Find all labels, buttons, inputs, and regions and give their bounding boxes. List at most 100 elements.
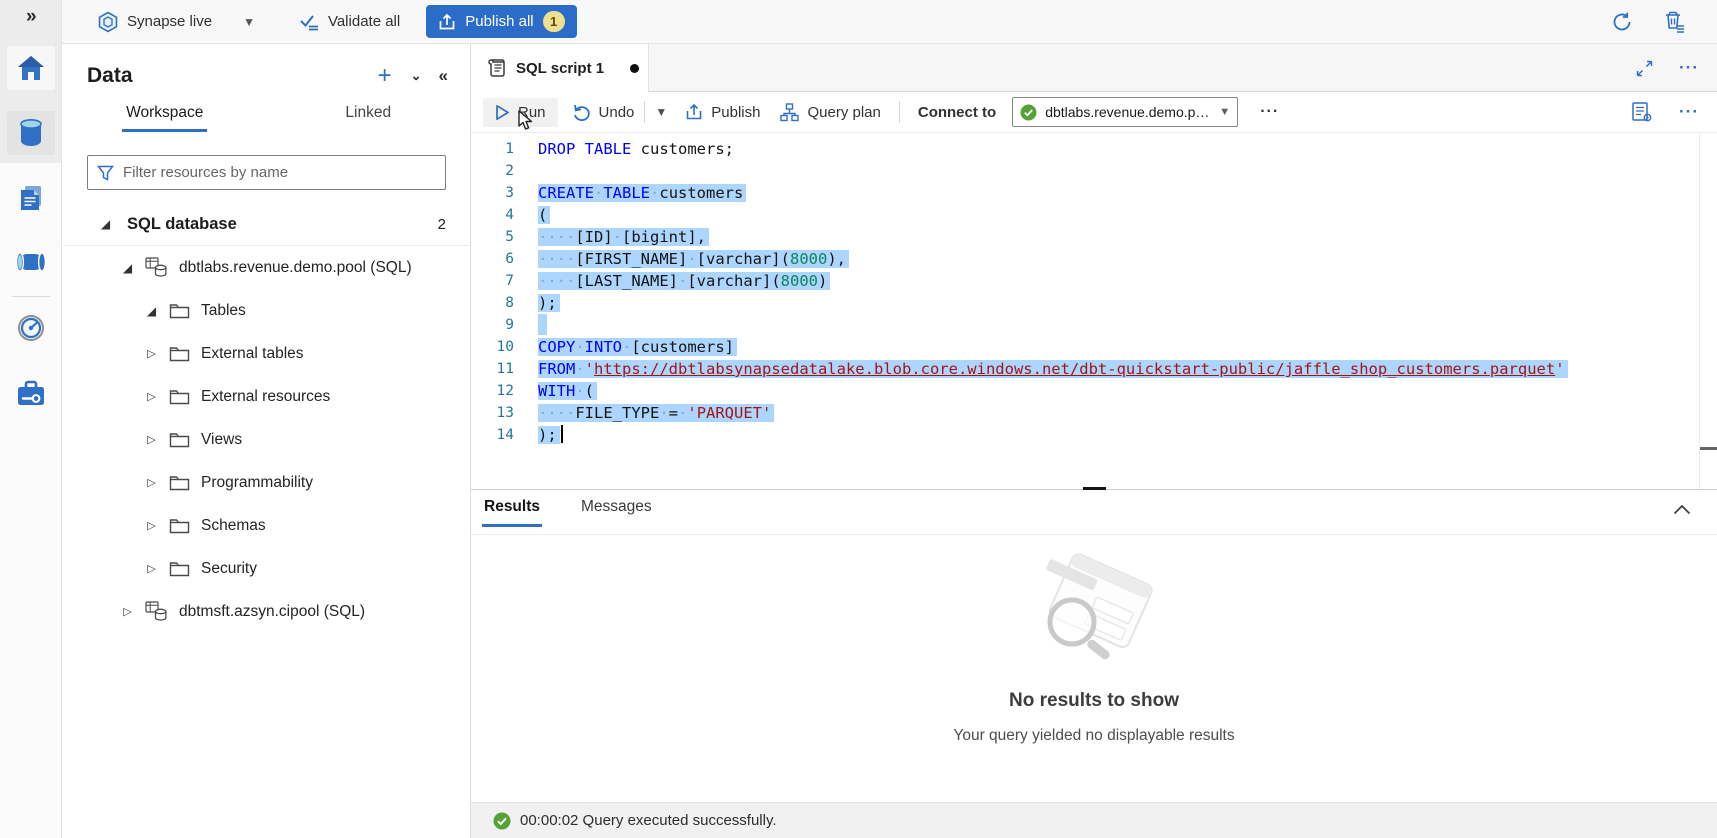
sql-code-editor[interactable]: 1DROP TABLE customers;23CREATE·TABLE·cus… [471, 133, 1717, 489]
expand-node-icon[interactable]: ▷ [145, 476, 158, 489]
collapse-section-icon[interactable]: ◢ [99, 217, 112, 231]
nav-monitor-button[interactable] [7, 306, 55, 350]
expand-rail-icon[interactable]: » [26, 6, 37, 28]
expand-node-icon[interactable]: ▷ [145, 433, 158, 446]
validate-icon [299, 13, 320, 31]
main-work-area: SQL script 1 ··· Run [471, 44, 1717, 838]
code-line-7[interactable]: 7····[LAST_NAME]·[varchar](8000) [471, 270, 1717, 292]
code-line-10[interactable]: 10COPY·INTO·[customers] [471, 336, 1717, 358]
document-tab-bar: SQL script 1 ··· [471, 44, 1717, 92]
code-line-14[interactable]: 14); [471, 424, 1717, 446]
tab-messages[interactable]: Messages [579, 498, 654, 534]
publish-all-label: Publish all [465, 13, 533, 30]
line-number: 7 [471, 270, 514, 292]
tree-item[interactable]: ▷Security [63, 547, 470, 590]
chevron-down-icon: ▼ [243, 15, 255, 29]
tree-item[interactable]: ◢Tables [63, 289, 470, 332]
folder-icon [169, 345, 190, 362]
line-number: 6 [471, 248, 514, 270]
tab-more-actions-icon[interactable]: ··· [1679, 58, 1699, 78]
code-line-8[interactable]: 8); [471, 292, 1717, 314]
toolbar-more-icon[interactable]: ··· [1260, 103, 1279, 121]
connect-to-label: Connect to [918, 104, 996, 121]
rail-divider [12, 296, 50, 297]
nav-integrate-button[interactable] [7, 240, 55, 284]
run-options-chevron-icon[interactable]: ▼ [655, 105, 667, 119]
collapse-node-icon[interactable]: ◢ [121, 261, 134, 275]
expand-node-icon[interactable]: ▷ [121, 605, 134, 618]
refresh-icon[interactable] [1611, 11, 1633, 33]
publish-button[interactable]: Publish [685, 103, 760, 121]
connect-to-pool-dropdown[interactable]: dbtlabs.revenue.demo.pool ▼ [1012, 97, 1238, 127]
publish-all-button[interactable]: Publish all 1 [426, 5, 576, 38]
code-line-4[interactable]: 4( [471, 204, 1717, 226]
editor-scrollbar[interactable] [1699, 133, 1700, 489]
monitor-icon [16, 313, 46, 343]
collapse-panel-icon[interactable]: « [439, 66, 446, 86]
collapse-results-icon[interactable] [1673, 504, 1691, 515]
code-line-9[interactable]: 9 [471, 314, 1717, 336]
sql-pool-icon [145, 601, 168, 622]
code-line-1[interactable]: 1DROP TABLE customers; [471, 138, 1717, 160]
double-chevron-down-icon[interactable]: ⌄ [411, 68, 420, 84]
code-line-5[interactable]: 5····[ID]·[bigint], [471, 226, 1717, 248]
tree-item[interactable]: ▷ Views [63, 418, 470, 461]
expand-node-icon[interactable]: ▷ [145, 562, 158, 575]
line-number: 14 [471, 424, 514, 446]
mode-selector[interactable]: Synapse live ▼ [98, 11, 255, 33]
code-line-11[interactable]: 11FROM·'https://dbtlabsynapsedatalake.bl… [471, 358, 1717, 380]
panel-title: Data [87, 64, 133, 88]
tree-item[interactable]: ▷dbtmsft.azsyn.cipool (SQL) [63, 590, 470, 633]
dropdown-chevron-icon: ▼ [1219, 106, 1230, 118]
query-plan-label: Query plan [807, 104, 880, 121]
folder-icon [169, 431, 190, 448]
code-line-13[interactable]: 13····FILE_TYPE·=·'PARQUET' [471, 402, 1717, 424]
collapse-node-icon[interactable]: ◢ [145, 304, 158, 318]
tree-section-sql-database[interactable]: ◢ SQL database 2 [63, 203, 470, 246]
mouse-cursor [516, 110, 534, 132]
nav-develop-button[interactable] [7, 176, 55, 220]
tree-item[interactable]: ▷External tables [63, 332, 470, 375]
tab-linked[interactable]: Linked [267, 104, 471, 138]
left-nav-rail: » [0, 0, 62, 838]
code-line-3[interactable]: 3CREATE·TABLE·customers [471, 182, 1717, 204]
tab-workspace[interactable]: Workspace [63, 104, 267, 138]
code-line-6[interactable]: 6····[FIRST_NAME]·[varchar](8000), [471, 248, 1717, 270]
nav-data-button[interactable] [7, 111, 55, 155]
tab-sql-script-1[interactable]: SQL script 1 [471, 44, 649, 92]
code-line-12[interactable]: 12WITH·( [471, 380, 1717, 402]
sql-script-icon [487, 57, 506, 79]
doc-tab-title: SQL script 1 [516, 60, 604, 77]
overview-ruler-cursor-mark [1700, 447, 1717, 450]
publish-label: Publish [711, 104, 760, 121]
tree-item[interactable]: ◢ dbtlabs.revenue.demo.pool (SQL) [63, 246, 470, 289]
editor-more-actions-icon[interactable]: ··· [1679, 102, 1699, 122]
nav-home-button[interactable] [7, 46, 55, 90]
tree-item-label: Views [201, 431, 242, 449]
expand-node-icon[interactable]: ▷ [145, 347, 158, 360]
success-check-icon [493, 812, 511, 830]
expand-editor-icon[interactable] [1636, 60, 1653, 77]
tree-item[interactable]: ▷Programmability [63, 461, 470, 504]
line-number: 9 [471, 314, 514, 336]
nav-manage-button[interactable] [7, 371, 55, 415]
undo-icon [572, 103, 591, 121]
add-resource-icon[interactable]: + [378, 67, 392, 85]
discard-all-icon[interactable] [1663, 10, 1687, 33]
tree-item-label: dbtlabs.revenue.demo.pool (SQL) [179, 259, 412, 277]
query-plan-button[interactable]: Query plan [780, 103, 880, 122]
tree-item[interactable]: ▷Schemas [63, 504, 470, 547]
code-line-2[interactable]: 2 [471, 160, 1717, 182]
validate-all-button[interactable]: Validate all [299, 13, 400, 31]
expand-node-icon[interactable]: ▷ [145, 519, 158, 532]
filter-resources-input[interactable]: Filter resources by name [87, 155, 446, 190]
home-icon [16, 54, 46, 82]
run-icon [495, 104, 510, 121]
undo-button[interactable]: Undo [572, 103, 635, 121]
query-plan-icon [780, 103, 799, 122]
properties-icon[interactable] [1631, 101, 1653, 123]
tab-results[interactable]: Results [482, 498, 542, 534]
tree-item[interactable]: ▷External resources [63, 375, 470, 418]
filter-placeholder: Filter resources by name [123, 164, 288, 181]
expand-node-icon[interactable]: ▷ [145, 390, 158, 403]
